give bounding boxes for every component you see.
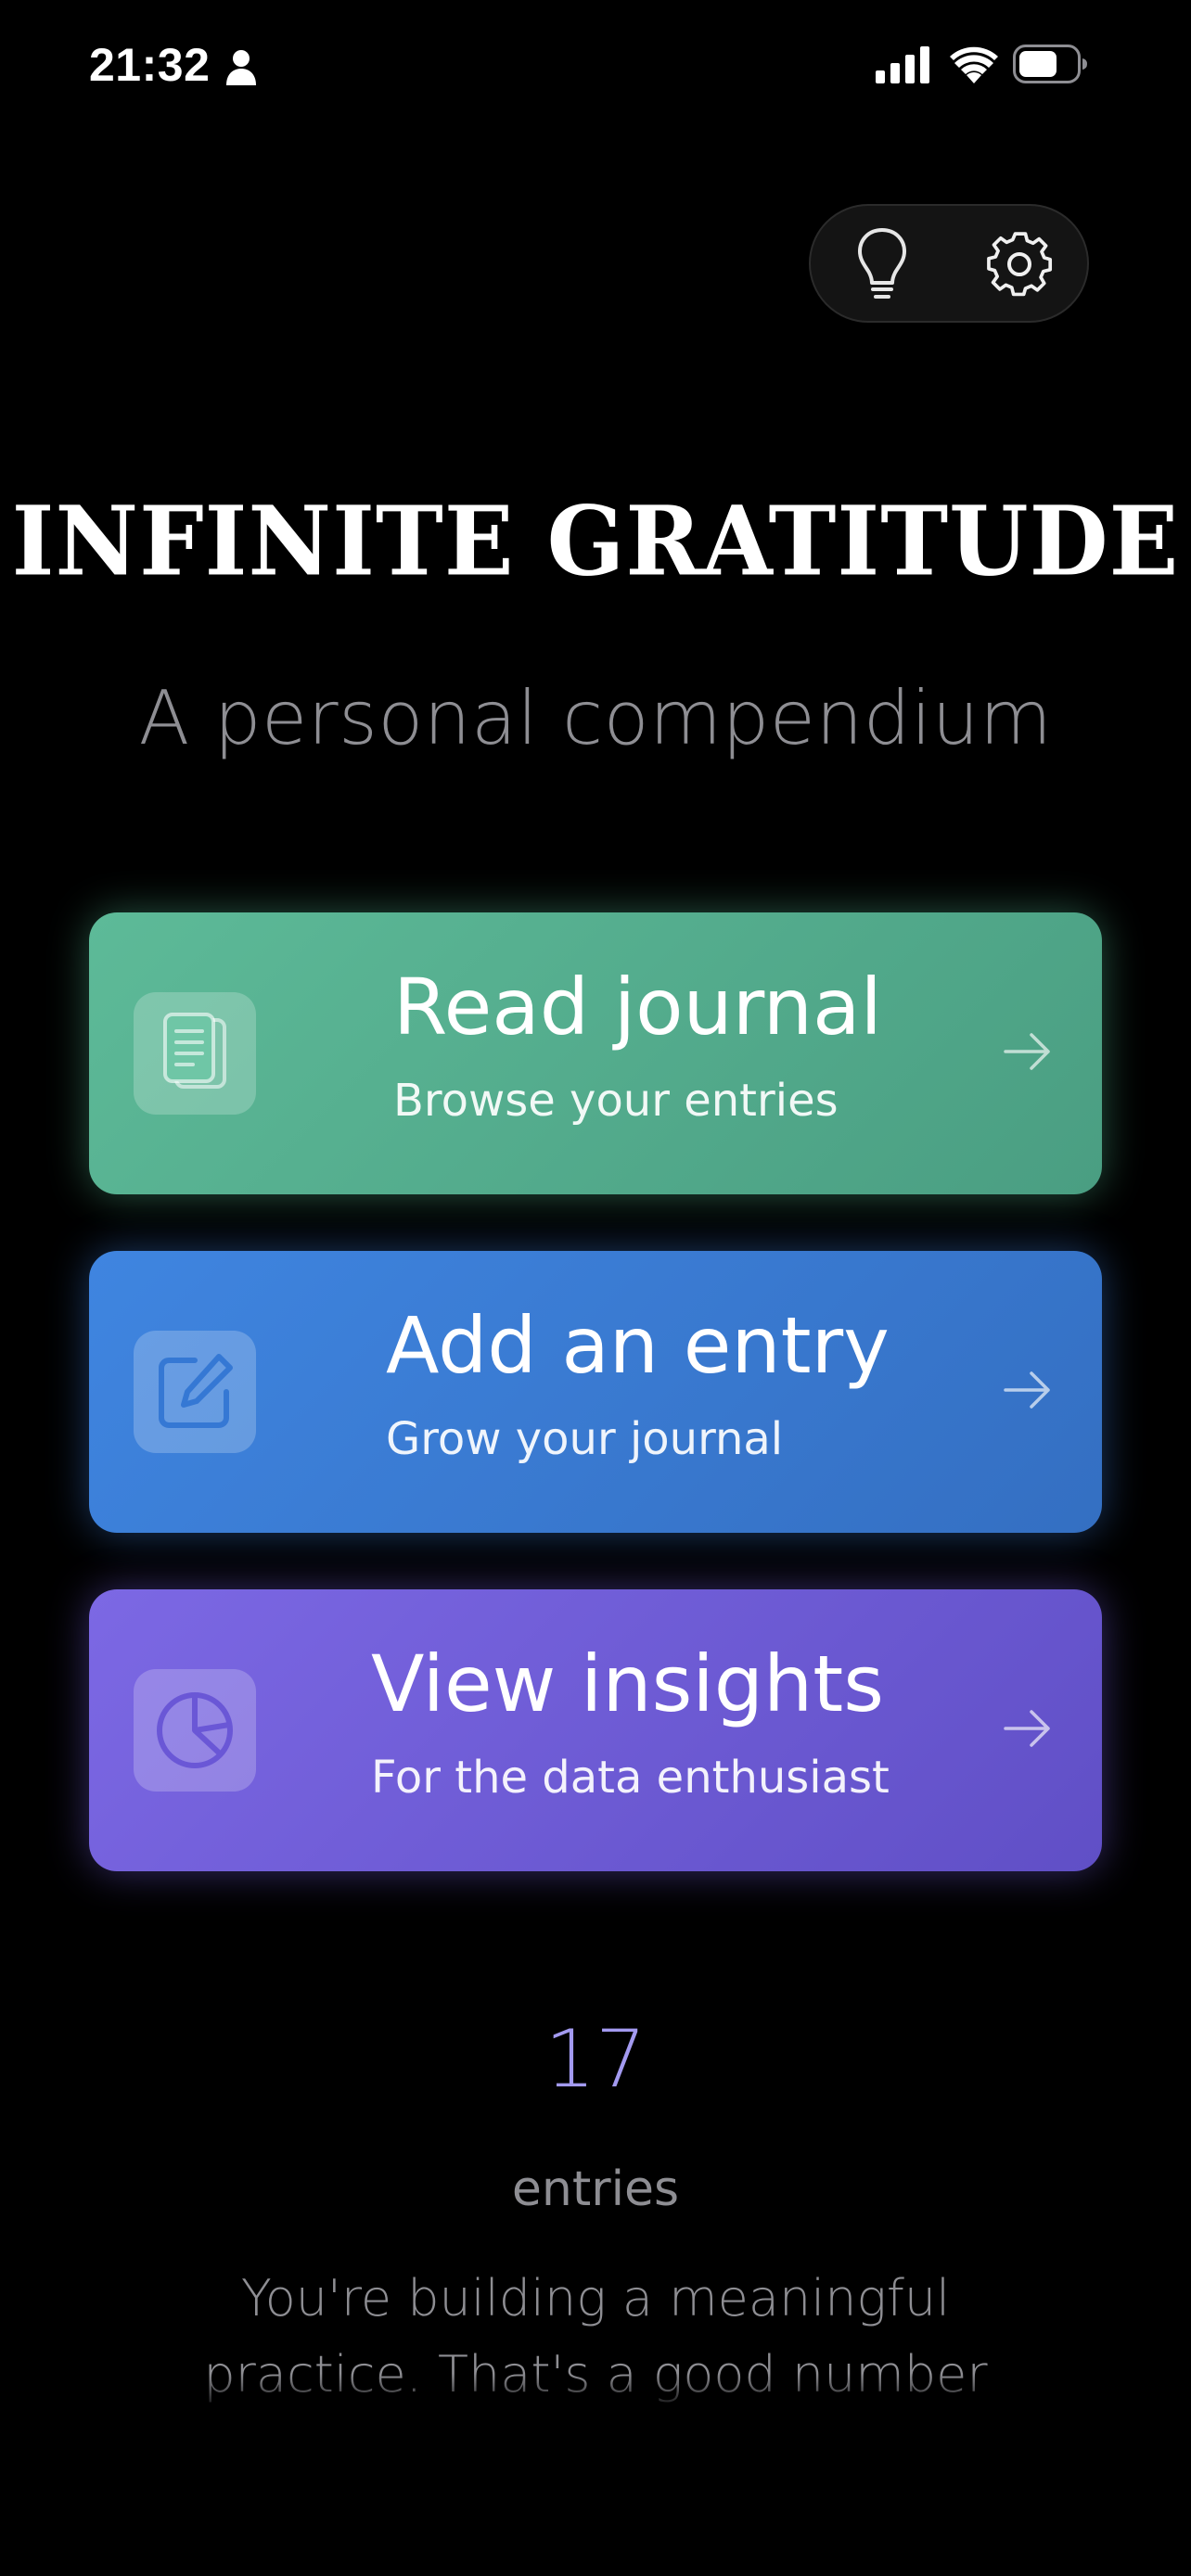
top-actions-pill [809, 204, 1089, 323]
read-journal-title: Read journal [393, 962, 882, 1052]
view-insights-subtitle: For the data enthusiast [371, 1752, 890, 1804]
read-journal-card[interactable]: Read journal Browse your entries [89, 912, 1102, 1194]
view-insights-icon-box [134, 1669, 256, 1792]
encouragement-container: You're building a meaningful practice. T… [176, 2261, 1015, 2442]
app-subtitle: A personal compendium [138, 675, 1053, 761]
read-journal-icon-box [134, 992, 256, 1115]
arrow-right-icon [1004, 1033, 1050, 1070]
app-title: INFINITE GRATITUDE [11, 486, 1180, 598]
tips-button[interactable] [840, 223, 924, 306]
person-icon [226, 50, 256, 85]
status-time: 21:32 [89, 39, 211, 91]
add-entry-card[interactable]: Add an entry Grow your journal [89, 1251, 1102, 1533]
battery-icon [1013, 45, 1087, 83]
cellular-signal-icon [876, 46, 929, 83]
add-entry-title: Add an entry [386, 1300, 890, 1391]
view-insights-card[interactable]: View insights For the data enthusiast [89, 1589, 1102, 1871]
add-entry-icon-box [134, 1331, 256, 1453]
entry-count: 17 [544, 2013, 647, 2106]
status-bar: 21:32 [0, 0, 1191, 130]
wifi-icon [950, 46, 998, 83]
edit-square-icon [159, 1354, 233, 1428]
journal-pages-icon [163, 1013, 226, 1089]
gear-icon [987, 232, 1053, 297]
lightbulb-icon [858, 228, 906, 299]
add-entry-subtitle: Grow your journal [386, 1413, 784, 1465]
encouragement-message: You're building a meaningful practice. T… [203, 2269, 988, 2442]
arrow-right-icon [1004, 1710, 1050, 1747]
pie-chart-icon [157, 1692, 233, 1768]
entry-count-label: entries [511, 2162, 680, 2217]
view-insights-title: View insights [371, 1639, 884, 1729]
settings-button[interactable] [978, 223, 1061, 306]
read-journal-subtitle: Browse your entries [393, 1075, 839, 1127]
arrow-right-icon [1004, 1371, 1050, 1409]
